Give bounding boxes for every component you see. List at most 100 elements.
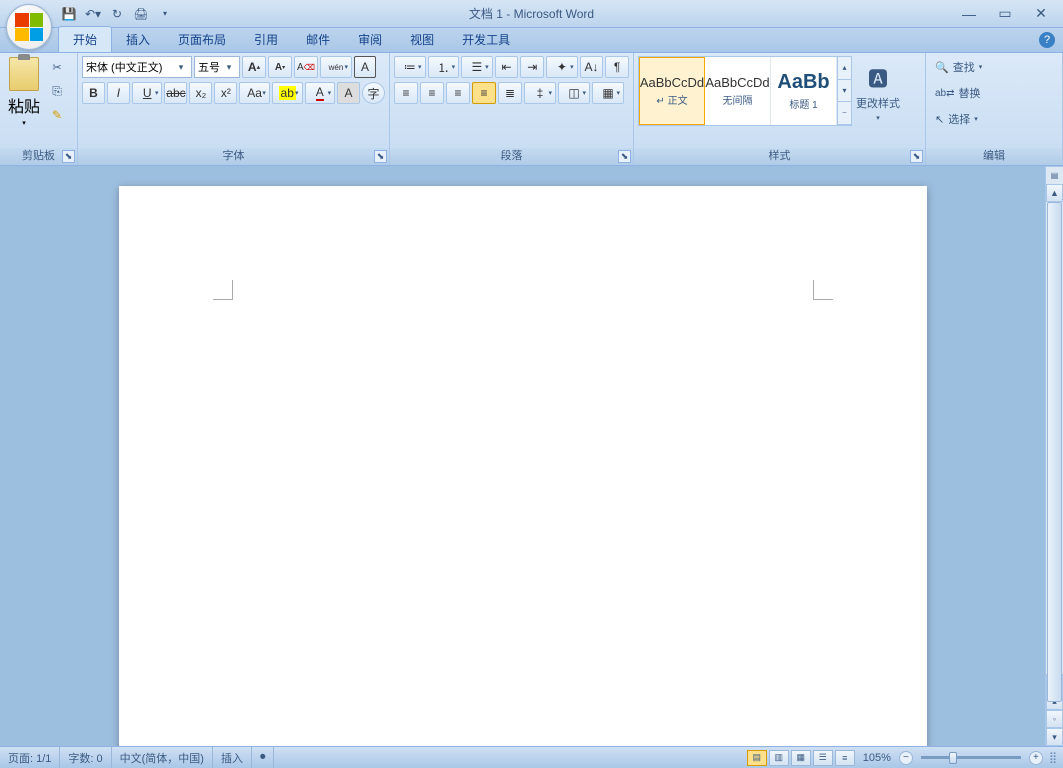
multilevel-list-button[interactable]: ☰ (461, 56, 493, 78)
margin-marker-tl (213, 280, 233, 300)
styles-launcher[interactable]: ⬊ (910, 150, 923, 163)
text-direction-button[interactable]: ✦ (546, 56, 578, 78)
scroll-up-button[interactable]: ▲ (1046, 184, 1063, 202)
status-page[interactable]: 页面: 1/1 (0, 747, 60, 768)
superscript-button[interactable]: x² (214, 82, 237, 104)
zoom-level[interactable]: 105% (863, 752, 891, 764)
outline-view-button[interactable]: ☰ (813, 750, 833, 766)
maximize-button[interactable]: ▭ (993, 5, 1017, 23)
align-center-button[interactable]: ≡ (420, 82, 444, 104)
web-layout-view-button[interactable]: ▦ (791, 750, 811, 766)
gallery-more[interactable]: ⎯ (838, 102, 851, 125)
zoom-in-button[interactable]: + (1029, 751, 1043, 765)
undo-button[interactable]: ↶▾ (82, 3, 104, 25)
zoom-slider[interactable] (921, 756, 1021, 759)
font-name-combo[interactable]: 宋体 (中文正文)▾ (82, 56, 192, 78)
change-styles-button[interactable]: 🅰 更改样式 ▾ (854, 56, 902, 128)
next-page-button[interactable]: ▾ (1046, 728, 1063, 746)
print-preview-button[interactable]: 🖨 (130, 3, 152, 25)
office-logo-icon (15, 13, 43, 41)
enclose-char-button[interactable]: 字 (362, 82, 385, 104)
page[interactable] (119, 186, 927, 746)
sort-button[interactable]: A↓ (580, 56, 604, 78)
line-spacing-button[interactable]: ‡ (524, 82, 556, 104)
tab-邮件[interactable]: 邮件 (292, 27, 344, 52)
shrink-font-button[interactable]: A▾ (268, 56, 292, 78)
clear-format-button[interactable]: A⌫ (294, 56, 318, 78)
char-shading-button[interactable]: A (337, 82, 360, 104)
borders-button[interactable]: ▦ (592, 82, 624, 104)
highlight-button[interactable]: ab (272, 82, 303, 104)
increase-indent-button[interactable]: ⇥ (520, 56, 544, 78)
italic-button[interactable]: I (107, 82, 130, 104)
font-color-button[interactable]: A (305, 82, 336, 104)
browse-object-button[interactable]: ◦ (1046, 710, 1063, 728)
bullets-button[interactable]: ≔ (394, 56, 426, 78)
gallery-up[interactable]: ▴ (838, 57, 851, 80)
redo-button[interactable]: ↻ (106, 3, 128, 25)
replace-button[interactable]: ab⇄替换 (930, 82, 1058, 104)
zoom-out-button[interactable]: − (899, 751, 913, 765)
tab-引用[interactable]: 引用 (240, 27, 292, 52)
underline-button[interactable]: U (132, 82, 163, 104)
align-right-button[interactable]: ≡ (446, 82, 470, 104)
minimize-button[interactable]: — (957, 5, 981, 23)
resize-grip-icon[interactable]: ⣿ (1049, 751, 1057, 764)
tab-审阅[interactable]: 审阅 (344, 27, 396, 52)
paragraph-launcher[interactable]: ⬊ (618, 150, 631, 163)
group-label-styles: 样式⬊ (634, 148, 925, 165)
status-insert-mode[interactable]: 插入 (213, 747, 252, 768)
tab-开发工具[interactable]: 开发工具 (448, 27, 524, 52)
office-button[interactable] (6, 4, 52, 50)
save-button[interactable]: 💾 (58, 3, 80, 25)
find-button[interactable]: 🔍查找▾ (930, 56, 1058, 78)
distribute-button[interactable]: ≣ (498, 82, 522, 104)
draft-view-button[interactable]: ≡ (835, 750, 855, 766)
style-无间隔[interactable]: AaBbCcDd无间隔 (705, 57, 771, 125)
grow-font-button[interactable]: A▴ (242, 56, 266, 78)
decrease-indent-button[interactable]: ⇤ (495, 56, 519, 78)
style-正文[interactable]: AaBbCcDd↵ 正文 (639, 57, 705, 125)
subscript-button[interactable]: x₂ (189, 82, 212, 104)
char-border-button[interactable]: A (354, 56, 376, 78)
scroll-track[interactable] (1046, 202, 1063, 674)
numbering-button[interactable]: ⒈ (428, 56, 460, 78)
group-label-editing: 编辑 (926, 148, 1062, 165)
shading-button[interactable]: ◫ (558, 82, 590, 104)
scroll-thumb[interactable] (1047, 202, 1062, 702)
style-标题 1[interactable]: AaBb标题 1 (771, 57, 837, 125)
close-button[interactable]: ✕ (1029, 5, 1053, 23)
qat-customize-button[interactable]: ▾ (154, 3, 176, 25)
help-button[interactable]: ? (1039, 32, 1055, 48)
show-marks-button[interactable]: ¶ (605, 56, 629, 78)
tab-页面布局[interactable]: 页面布局 (164, 27, 240, 52)
print-layout-view-button[interactable]: ▤ (747, 750, 767, 766)
cut-button[interactable] (46, 56, 68, 78)
zoom-slider-thumb[interactable] (949, 752, 957, 764)
bold-button[interactable]: B (82, 82, 105, 104)
phonetic-guide-button[interactable]: wén (320, 56, 352, 78)
copy-button[interactable] (46, 80, 68, 102)
group-styles: AaBbCcDd↵ 正文AaBbCcDd无间隔AaBb标题 1▴▾⎯ 🅰 更改样… (634, 53, 926, 165)
clipboard-launcher[interactable]: ⬊ (62, 150, 75, 163)
align-left-button[interactable]: ≡ (394, 82, 418, 104)
vertical-scrollbar[interactable]: ▤ ▲ ▼ ▴ ◦ ▾ (1045, 166, 1063, 746)
document-viewport[interactable] (0, 166, 1045, 746)
gallery-down[interactable]: ▾ (838, 80, 851, 103)
status-language[interactable]: 中文(简体，中国) (112, 747, 213, 768)
status-macro-button[interactable]: ⏺ (252, 747, 275, 768)
status-word-count[interactable]: 字数: 0 (60, 747, 111, 768)
tab-开始[interactable]: 开始 (58, 26, 112, 52)
font-launcher[interactable]: ⬊ (374, 150, 387, 163)
strikethrough-button[interactable]: abc (164, 82, 187, 104)
font-size-combo[interactable]: 五号▾ (194, 56, 240, 78)
tab-视图[interactable]: 视图 (396, 27, 448, 52)
paste-button[interactable]: 粘贴 ▾ (4, 56, 44, 128)
change-case-button[interactable]: Aa (239, 82, 270, 104)
select-button[interactable]: ↖选择▾ (930, 108, 1058, 130)
tab-插入[interactable]: 插入 (112, 27, 164, 52)
ruler-toggle-button[interactable]: ▤ (1046, 166, 1063, 184)
format-painter-button[interactable] (46, 104, 68, 126)
full-screen-view-button[interactable]: ▥ (769, 750, 789, 766)
justify-button[interactable]: ≡ (472, 82, 496, 104)
